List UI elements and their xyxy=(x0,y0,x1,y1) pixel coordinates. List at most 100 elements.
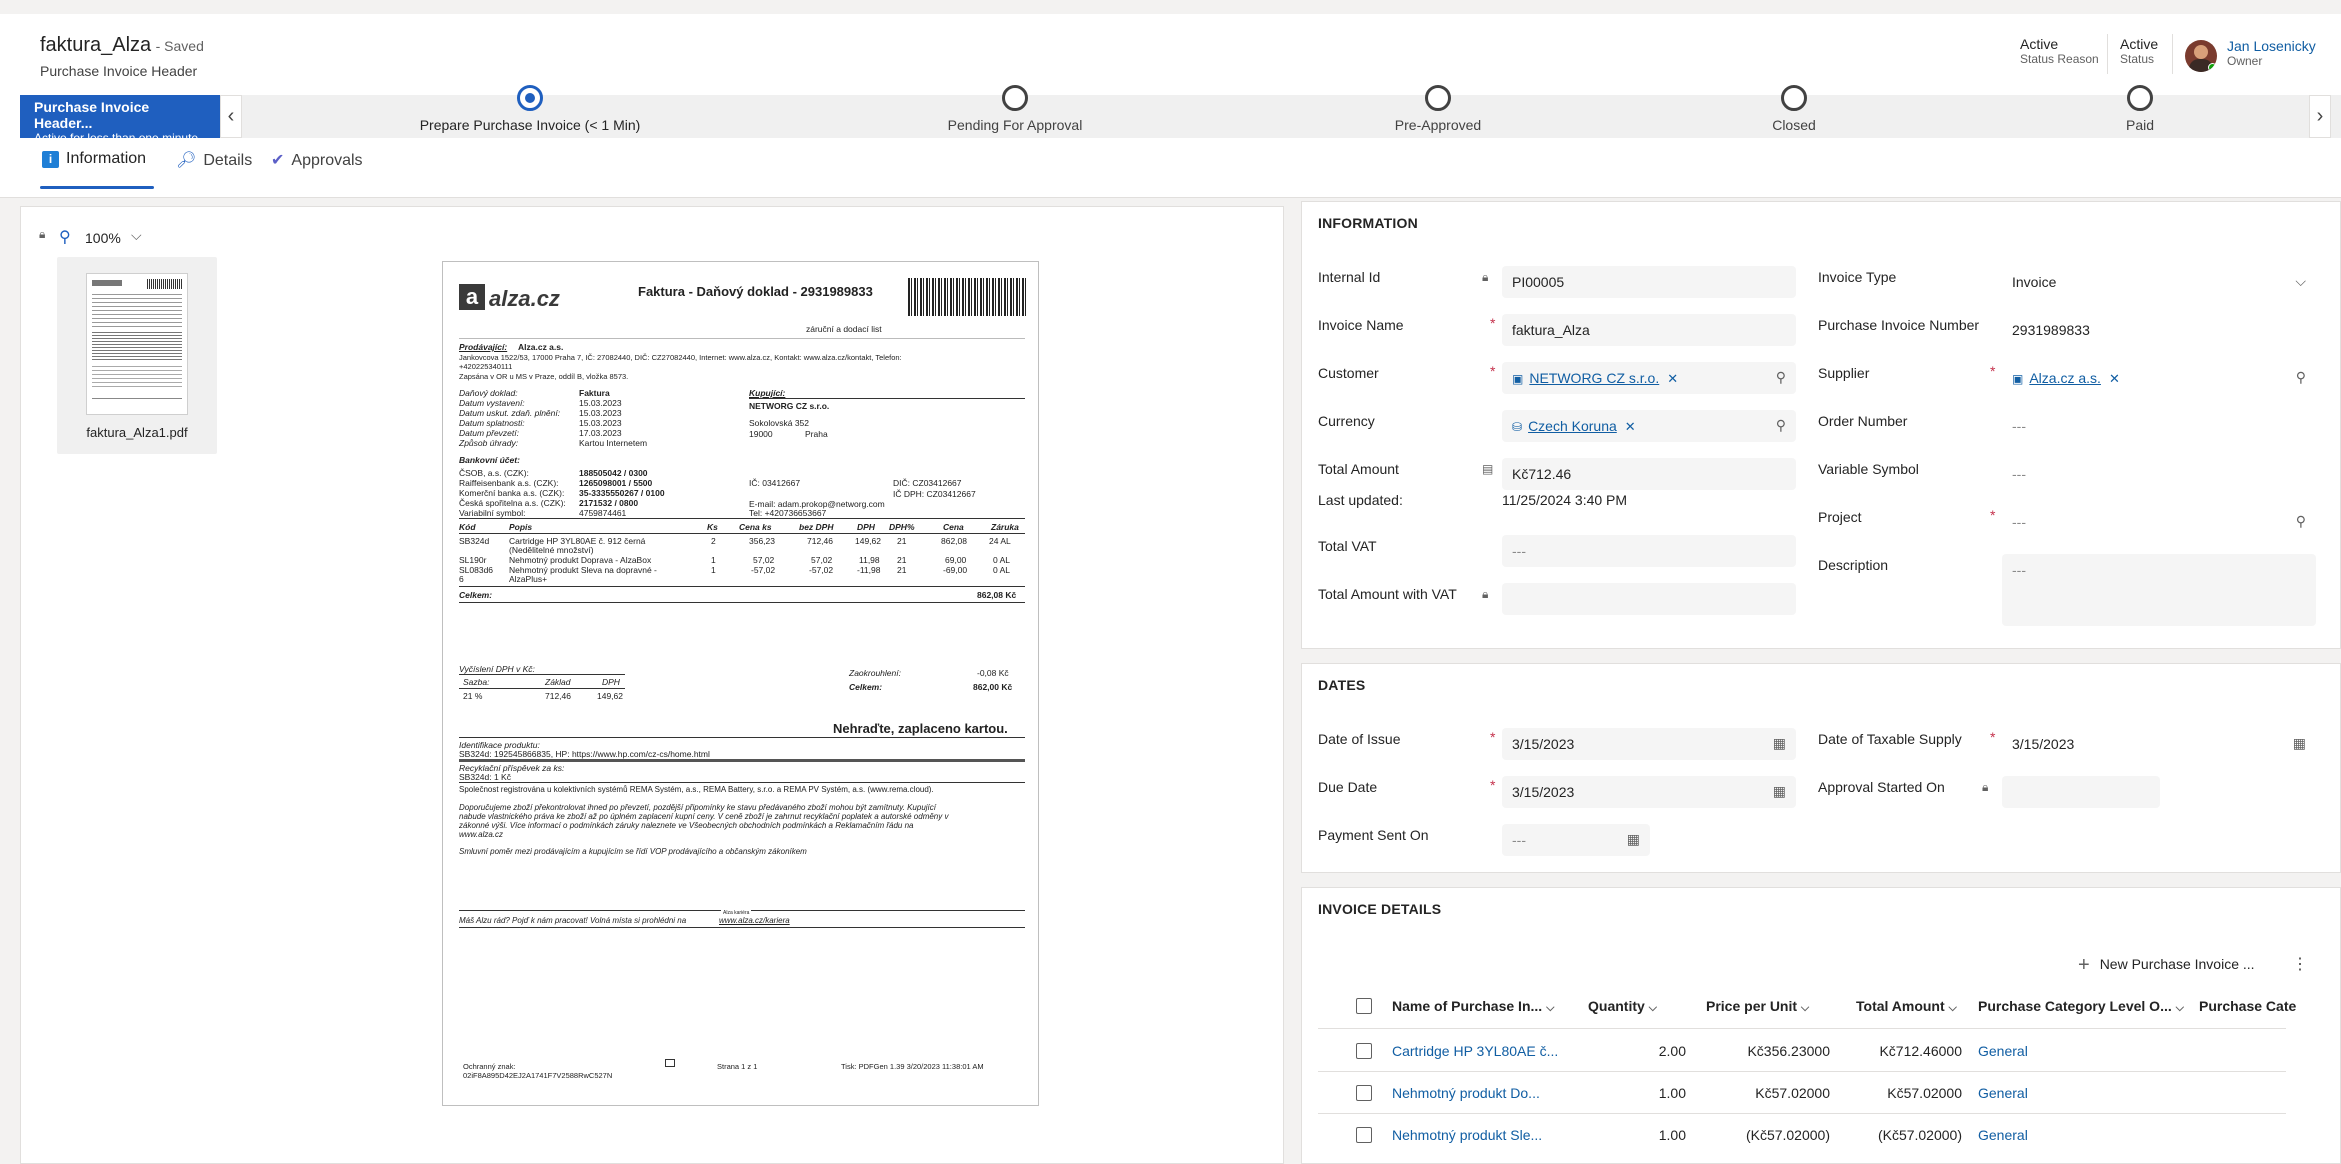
record-title-area: faktura_Alza - Saved xyxy=(40,34,204,57)
bpf-next-button[interactable]: › xyxy=(2309,95,2331,138)
row-category-link[interactable]: General xyxy=(1978,1085,2028,1101)
row-checkbox[interactable] xyxy=(1356,1127,1372,1143)
bpf-stage-pending[interactable]: Pending For Approval xyxy=(885,85,1145,138)
tab-approvals[interactable]: ✔ Approvals xyxy=(271,150,363,170)
doc-text: www.alza.cz/kariera xyxy=(719,916,790,925)
calendar-icon[interactable]: ▦ xyxy=(1627,831,1640,848)
account-icon: ▣ xyxy=(1512,372,1524,386)
row-name-link[interactable]: Nehmotný produkt Do... xyxy=(1392,1085,1540,1101)
total-amount-field[interactable]: Kč712.46 xyxy=(1502,458,1796,490)
doc-text: 862,00 Kč xyxy=(973,682,1013,692)
tab-information[interactable]: i Information xyxy=(42,150,146,168)
description-field[interactable]: --- xyxy=(2002,554,2316,626)
tab-details[interactable]: 🔎︎ Details xyxy=(176,150,252,170)
supplier-link[interactable]: Alza.cz a.s. xyxy=(2029,370,2101,386)
bpf-active-stage-flyout[interactable]: Purchase Invoice Header... Active for le… xyxy=(20,95,220,145)
internal-id-field[interactable]: PI00005 xyxy=(1502,266,1796,298)
due-date-field[interactable]: 3/15/2023 ▦ xyxy=(1502,776,1796,808)
bpf-stage-closed[interactable]: Closed xyxy=(1664,85,1924,138)
row-category-link[interactable]: General xyxy=(1978,1043,2028,1059)
row-checkbox[interactable] xyxy=(1356,1043,1372,1059)
doc-text: -0,08 Kč xyxy=(977,668,1009,678)
status-reason-label: Status Reason xyxy=(2020,52,2099,66)
search-icon[interactable]: ⚲ xyxy=(1776,417,1786,434)
bpf-stage-prepare[interactable]: Prepare Purchase Invoice (< 1 Min) xyxy=(400,85,660,138)
more-options-icon[interactable]: ⋮ xyxy=(2292,954,2308,974)
column-header-name[interactable]: Name of Purchase In... ⌵ xyxy=(1392,998,1554,1015)
bpf-prev-button[interactable]: ‹ xyxy=(220,95,242,138)
date-of-issue-field[interactable]: 3/15/2023 ▦ xyxy=(1502,728,1796,760)
customer-link[interactable]: NETWORG CZ s.r.o. xyxy=(1529,370,1659,386)
owner-link[interactable]: Jan Losenicky xyxy=(2227,38,2316,54)
field-label: Project xyxy=(1818,509,1862,525)
purchase-invoice-number-field[interactable]: 2931989833 xyxy=(2002,314,2316,346)
row-quantity: 1.00 xyxy=(1658,1085,1686,1101)
payment-sent-on-field[interactable]: --- ▦ xyxy=(1502,824,1650,856)
doc-text: 35-3335550267 / 0100 xyxy=(579,488,665,498)
customer-lookup[interactable]: ▣ NETWORG CZ s.r.o. ✕ ⚲ xyxy=(1502,362,1796,394)
doc-text: Datum vystavení: xyxy=(459,398,525,408)
close-icon[interactable]: ✕ xyxy=(2109,371,2120,386)
top-strip xyxy=(0,0,2341,14)
stage-icon xyxy=(2127,85,2153,111)
column-header-quantity[interactable]: Quantity ⌵ xyxy=(1588,998,1657,1015)
total-with-vat-field[interactable] xyxy=(1502,583,1796,615)
new-purchase-invoice-line-button[interactable]: + New Purchase Invoice ... xyxy=(2078,954,2255,977)
order-number-field[interactable]: --- xyxy=(2002,410,2316,442)
row-checkbox[interactable] xyxy=(1356,1085,1372,1101)
doc-cell: 2 xyxy=(711,536,716,546)
invoice-type-select[interactable]: Invoice ⌵ xyxy=(2002,266,2316,298)
header-status[interactable]: Active Status xyxy=(2120,36,2158,66)
column-header-category[interactable]: Purchase Cate xyxy=(2199,998,2296,1014)
column-header-price[interactable]: Price per Unit ⌵ xyxy=(1706,998,1809,1015)
doc-cell: -69,00 xyxy=(943,565,968,575)
row-price: Kč57.02000 xyxy=(1755,1085,1830,1101)
doc-cell: 712,46 xyxy=(807,536,833,546)
stage-label: Pending For Approval xyxy=(947,117,1083,133)
close-icon[interactable]: ✕ xyxy=(1667,371,1678,386)
doc-col: Cena ks xyxy=(739,522,772,532)
required-marker: * xyxy=(1990,507,1996,523)
select-all-checkbox[interactable] xyxy=(1356,998,1372,1014)
supplier-lookup[interactable]: ▣ Alza.cz a.s. ✕ ⚲ xyxy=(2002,362,2316,394)
chevron-down-icon[interactable]: ⌵ xyxy=(131,227,142,244)
doc-cell: 356,23 xyxy=(749,536,775,546)
doc-text: Datum uskut. zdaň. plnění: xyxy=(459,408,561,418)
total-vat-field[interactable]: --- xyxy=(1502,535,1796,567)
date-of-taxable-supply-field[interactable]: 3/15/2023 ▦ xyxy=(2002,728,2316,760)
invoice-name-field[interactable]: faktura_Alza xyxy=(1502,314,1796,346)
required-marker: * xyxy=(1490,315,1496,331)
approval-started-on-field[interactable] xyxy=(2002,776,2160,808)
calendar-icon[interactable]: ▦ xyxy=(2293,735,2306,752)
row-total: Kč57.02000 xyxy=(1887,1085,1962,1101)
project-lookup[interactable]: --- ⚲ xyxy=(2002,506,2316,538)
search-icon[interactable]: ⚲ xyxy=(1776,369,1786,386)
search-icon[interactable]: ⚲ xyxy=(2296,513,2306,530)
field-label: Internal Id xyxy=(1318,269,1381,285)
zoom-icon[interactable]: ⚲ xyxy=(59,227,71,247)
column-header-category-level[interactable]: Purchase Category Level O... ⌵ xyxy=(1978,998,2184,1015)
bpf-stage-paid[interactable]: Paid xyxy=(2010,85,2270,138)
pdf-thumbnail[interactable]: faktura_Alza1.pdf xyxy=(57,257,217,454)
search-icon[interactable]: ⚲ xyxy=(2296,369,2306,386)
field-label: Supplier xyxy=(1818,365,1870,381)
owner-avatar[interactable] xyxy=(2185,40,2217,72)
row-name-link[interactable]: Cartridge HP 3YL80AE č... xyxy=(1392,1043,1558,1059)
close-icon[interactable]: ✕ xyxy=(1625,419,1636,434)
row-name-link[interactable]: Nehmotný produkt Sle... xyxy=(1392,1127,1542,1143)
bpf-stage-preapproved[interactable]: Pre-Approved xyxy=(1308,85,1568,138)
header-status-reason[interactable]: Active Status Reason xyxy=(2020,36,2099,66)
doc-text: Tisk: PDFGen 1.39 3/20/2023 11:38:01 AM xyxy=(841,1062,984,1071)
currency-link[interactable]: Czech Koruna xyxy=(1528,418,1617,434)
doc-text: Vyčíslení DPH v Kč: xyxy=(459,664,535,674)
calendar-icon[interactable]: ▦ xyxy=(1773,735,1786,752)
chevron-down-icon: ⌵ xyxy=(2295,273,2306,289)
checkmark-icon: ✔ xyxy=(271,152,285,169)
column-header-total[interactable]: Total Amount ⌵ xyxy=(1856,998,1957,1015)
variable-symbol-field[interactable]: --- xyxy=(2002,458,2316,490)
calendar-icon[interactable]: ▦ xyxy=(1773,783,1786,800)
row-category-link[interactable]: General xyxy=(1978,1127,2028,1143)
currency-lookup[interactable]: ⛁ Czech Koruna ✕ ⚲ xyxy=(1502,410,1796,442)
divider xyxy=(1318,1028,2286,1029)
zoom-level[interactable]: 100% xyxy=(85,230,121,246)
